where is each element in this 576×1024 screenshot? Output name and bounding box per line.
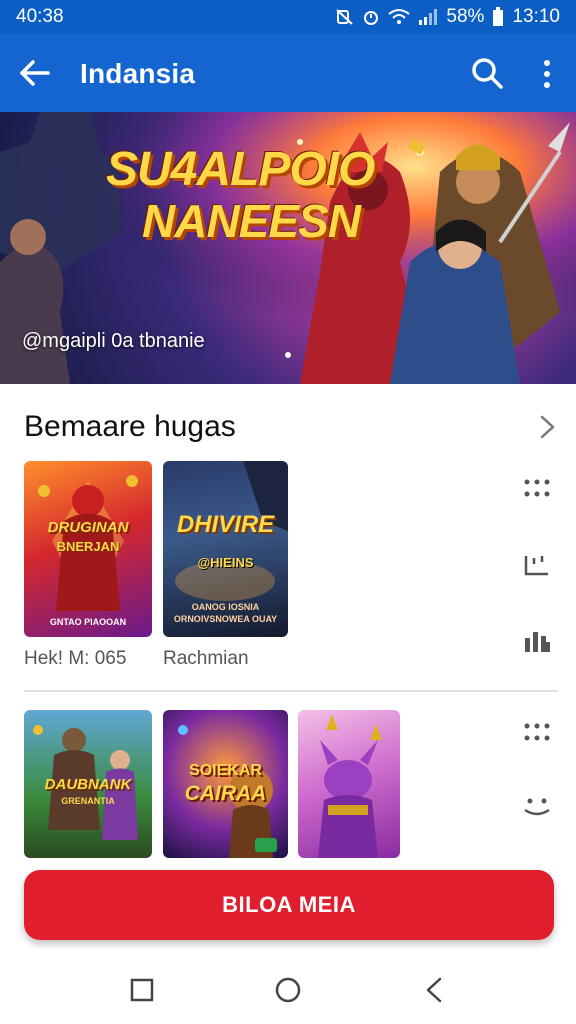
status-icons: 58% 13:10 xyxy=(336,6,560,28)
back-arrow-icon[interactable] xyxy=(18,56,52,90)
carousel-indicator xyxy=(285,352,291,358)
back-nav-icon[interactable] xyxy=(424,977,444,1003)
card-subtitle: GRENANTIA xyxy=(61,796,115,806)
status-clock: 13:10 xyxy=(512,6,560,27)
grid-dots-icon[interactable] xyxy=(522,476,552,502)
status-time: 40:38 xyxy=(16,6,64,27)
card-footer: GNTAO PIAOOAN xyxy=(49,617,127,627)
app-bar-title: Indansia xyxy=(80,58,196,89)
hero-banner[interactable]: SU4ALPOIO NANEESN @mgaipli 0a tbnanie xyxy=(0,112,576,384)
navigation-bar xyxy=(0,950,576,1024)
recent-apps-icon[interactable] xyxy=(130,978,154,1002)
card-title: SOIEKAR xyxy=(189,762,262,779)
card-title: DRUGINAN xyxy=(47,519,129,536)
card-subtitle: @HIEINS xyxy=(197,555,254,570)
battery-icon xyxy=(493,7,504,26)
more-options-icon[interactable] xyxy=(534,58,560,90)
primary-cta-button[interactable]: BILOA MEIA xyxy=(24,870,554,940)
game-card[interactable]: SOIEKAR CAIRAA xyxy=(163,710,288,858)
hero-title-line1: SU4ALPOIO xyxy=(106,143,375,196)
hero-title-line2: NANEESN xyxy=(142,195,361,247)
game-card[interactable]: DAUBNANK GRENANTIA xyxy=(24,710,152,858)
game-card[interactable]: DRUGINAN BNERJAN GNTAO PIAOOAN xyxy=(24,461,152,637)
card-subtitle: BNERJAN xyxy=(56,539,120,554)
card-artwork xyxy=(318,714,382,858)
game-card[interactable]: DHIVIRE @HIEINS OANOG IOSNIA ORNOIVSNOWE… xyxy=(163,461,288,637)
home-icon[interactable] xyxy=(275,977,301,1003)
signal-icon xyxy=(419,9,438,25)
message-icon[interactable] xyxy=(522,794,552,820)
app-bar: Indansia xyxy=(0,34,576,112)
game-card[interactable] xyxy=(298,710,400,858)
card-caption: Rachmian xyxy=(163,648,249,669)
card-caption: Hek! M: 065 xyxy=(24,648,127,669)
grid-dots-icon[interactable] xyxy=(522,720,552,746)
alarm-icon xyxy=(364,11,379,25)
hero-subtitle: @mgaipli 0a tbnanie xyxy=(22,330,205,352)
mute-icon xyxy=(336,9,354,25)
section-title: Bemaare hugas xyxy=(24,410,236,443)
card-subtitle: CAIRAA xyxy=(184,782,267,805)
status-bar: 40:38 58% 13:10 xyxy=(0,0,576,34)
card-footer: OANOG IOSNIA ORNOIVSNOWEA OUAY xyxy=(173,602,278,624)
card-title: DAUBNANK xyxy=(44,776,132,793)
search-icon[interactable] xyxy=(470,56,504,90)
chart-bars-icon[interactable] xyxy=(522,628,552,654)
chat-icon[interactable] xyxy=(522,552,552,578)
chevron-right-icon[interactable] xyxy=(534,412,560,442)
wifi-icon xyxy=(388,9,411,24)
card-title: DHIVIRE xyxy=(176,511,275,538)
battery-percent: 58% xyxy=(446,6,485,27)
divider xyxy=(24,690,558,692)
